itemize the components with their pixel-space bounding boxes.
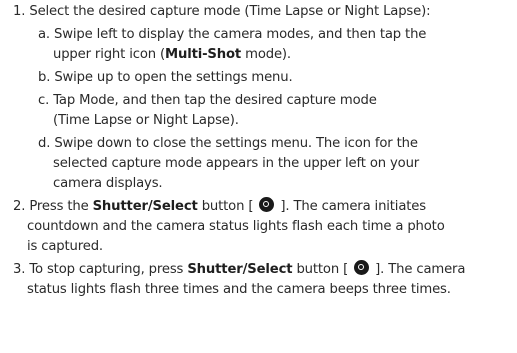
step-2-cont: countdown and the camera status lights f… — [27, 217, 445, 237]
substep-text: Swipe up to open the settings menu. — [54, 70, 293, 85]
substep-letter: d. — [38, 136, 51, 151]
step-3: 3. To stop capturing, press Shutter/Sele… — [13, 260, 465, 280]
button-name: Shutter/Select — [92, 199, 198, 214]
step-number: 3. — [13, 262, 26, 277]
substep-text: Tap Mode, and then tap the desired captu… — [53, 93, 377, 108]
substep-letter: c. — [38, 93, 50, 108]
substep-1c-cont: (Time Lapse or Night Lapse). — [53, 111, 239, 131]
shutter-button-icon — [259, 197, 275, 212]
substep-1a: a. Swipe left to display the camera mode… — [38, 25, 426, 45]
step-text: button [ — [292, 262, 353, 277]
step-2-cont: is captured. — [27, 237, 103, 257]
substep-text: mode). — [241, 47, 291, 62]
step-number: 1. — [13, 4, 26, 19]
substep-text: Swipe left to display the camera modes, … — [54, 27, 427, 42]
mode-name: Multi-Shot — [164, 47, 242, 62]
step-text: button [ — [197, 199, 258, 214]
substep-1b: b. Swipe up to open the settings menu. — [38, 68, 293, 88]
step-text: Select the desired capture mode (Time La… — [29, 4, 431, 19]
substep-1d: d. Swipe down to close the settings menu… — [38, 134, 418, 154]
substep-text: Swipe down to close the settings menu. T… — [54, 136, 418, 151]
substep-1d-cont: selected capture mode appears in the upp… — [53, 154, 419, 174]
shutter-button-icon — [354, 260, 370, 275]
substep-text: upper right icon ( — [53, 47, 165, 62]
step-3-cont: status lights flash three times and the … — [27, 280, 451, 300]
substep-1d-cont: camera displays. — [53, 174, 163, 194]
button-name: Shutter/Select — [187, 262, 293, 277]
substep-text: (Time Lapse or Night Lapse). — [53, 113, 239, 128]
step-text: Press the — [29, 199, 93, 214]
step-2: 2. Press the Shutter/Select button [ ]. … — [13, 197, 426, 217]
step-text: ]. The camera initiates — [276, 199, 426, 214]
step-text: is captured. — [27, 239, 103, 254]
substep-text: selected capture mode appears in the upp… — [53, 156, 420, 171]
substep-1a-cont: upper right icon (Multi-Shot mode). — [53, 45, 291, 65]
substep-1c: c. Tap Mode, and then tap the desired ca… — [38, 91, 377, 111]
step-1: 1. Select the desired capture mode (Time… — [13, 2, 431, 22]
step-text: status lights flash three times and the … — [27, 282, 451, 297]
step-text: To stop capturing, press — [29, 262, 188, 277]
substep-letter: a. — [38, 27, 50, 42]
substep-text: camera displays. — [53, 176, 163, 191]
step-text: ]. The camera — [371, 262, 466, 277]
step-number: 2. — [13, 199, 26, 214]
substep-letter: b. — [38, 70, 51, 85]
step-text: countdown and the camera status lights f… — [27, 219, 445, 234]
